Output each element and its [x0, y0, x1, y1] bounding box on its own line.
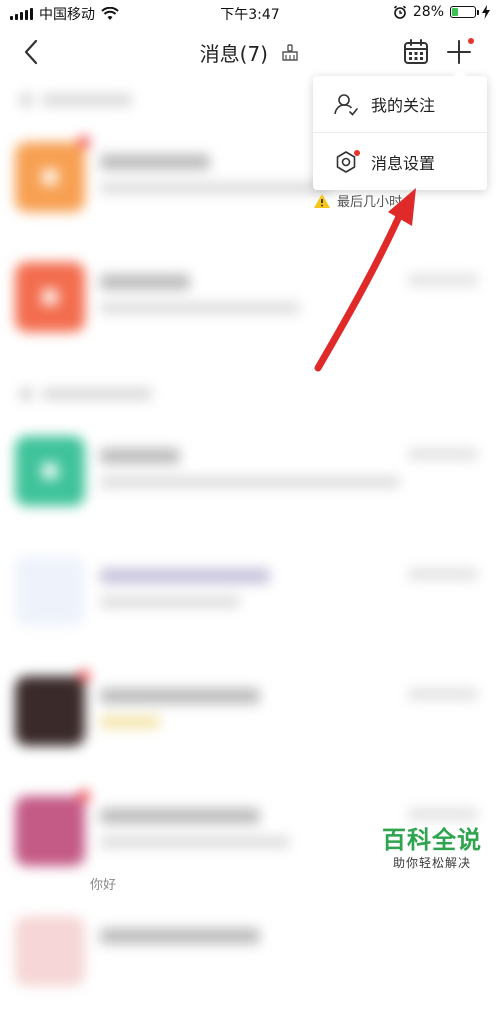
watermark-logo: 百科全说: [382, 826, 482, 854]
warning-text: 最后几小时...: [337, 195, 415, 210]
calendar-icon[interactable]: [402, 38, 430, 66]
list-item[interactable]: [0, 242, 500, 362]
warning-icon: [314, 193, 330, 208]
unread-badge: [78, 790, 90, 802]
list-item[interactable]: [0, 416, 500, 536]
battery-icon: [450, 6, 479, 18]
menu-item-label: 我的关注: [371, 96, 436, 115]
status-right: 28%: [393, 4, 490, 20]
nav-bar: 消息(7): [0, 26, 500, 78]
menu-item-my-follows[interactable]: 我的关注: [313, 76, 487, 132]
avatar: [15, 556, 85, 626]
broom-icon[interactable]: [280, 43, 300, 63]
avatar: [15, 796, 85, 866]
watermark-subtitle: 助你轻松解决: [392, 856, 471, 870]
settings-gear-icon: [333, 149, 360, 175]
menu-item-message-settings[interactable]: 消息设置: [313, 134, 487, 190]
person-follow-icon: [334, 94, 358, 116]
alarm-icon: [393, 5, 406, 19]
plus-button[interactable]: [444, 36, 474, 66]
menu-item-label: 消息设置: [371, 154, 436, 173]
avatar: [15, 916, 85, 986]
list-item[interactable]: [0, 656, 500, 776]
battery-percent: 28%: [412, 4, 444, 20]
avatar: [15, 142, 85, 212]
menu-divider: [313, 132, 487, 133]
charging-icon: [482, 5, 490, 19]
unread-badge: [78, 670, 90, 682]
dropdown-menu: 我的关注 消息设置: [313, 69, 487, 190]
page-title: 消息(7): [199, 42, 268, 66]
notification-dot: [468, 38, 474, 44]
warning-row: 最后几小时...: [313, 191, 414, 210]
list-item[interactable]: [0, 896, 500, 1016]
list-item[interactable]: [0, 536, 500, 656]
message-list: [0, 78, 500, 986]
unread-badge: [78, 136, 90, 148]
bottom-partial-text: 你好: [90, 878, 117, 893]
avatar: [15, 262, 85, 332]
settings-notification-dot: [354, 150, 360, 156]
avatar: [15, 436, 85, 506]
avatar: [15, 676, 85, 746]
watermark: 百科全说 助你轻松解决: [372, 826, 492, 871]
section-header: [0, 372, 500, 416]
status-bar: 中国移动 下午3:47 28%: [0, 0, 500, 26]
